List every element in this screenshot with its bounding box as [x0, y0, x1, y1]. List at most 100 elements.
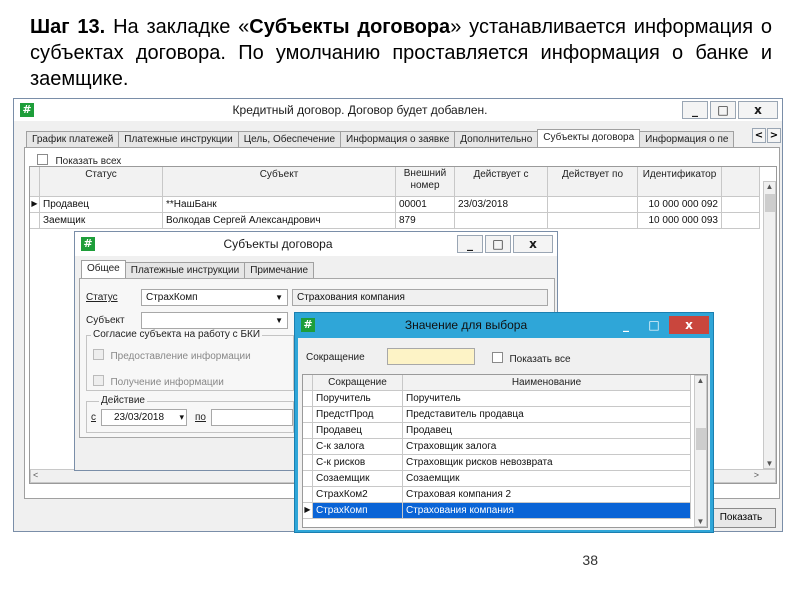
status-label: Статус [86, 292, 118, 303]
cell-abbr[interactable]: Поручитель [313, 391, 403, 407]
scroll-down-icon[interactable]: ▼ [695, 517, 706, 526]
close-button[interactable]: x [738, 101, 778, 119]
maximize-button[interactable]: □ [710, 101, 736, 119]
minimize-button[interactable]: _ [682, 101, 708, 119]
consent-group: Согласие субъекта на работу с БКИ Предос… [86, 329, 294, 391]
tab-note[interactable]: Примечание [244, 262, 315, 278]
table-row[interactable]: Заемщик Волкодав Сергей Александрович 87… [30, 213, 776, 229]
from-date-field[interactable]: 23/03/2018 ▾ [101, 409, 187, 426]
list-item[interactable]: ПредстПрод Представитель продавца [303, 407, 707, 423]
cell-external-number[interactable]: 879 [396, 213, 455, 229]
show-all-checkbox[interactable] [37, 154, 48, 166]
list-item[interactable]: С-к рисков Страховщик рисков невозврата [303, 455, 707, 471]
close-button[interactable]: x [669, 316, 709, 334]
tab-general[interactable]: Общее [81, 260, 126, 278]
vertical-scrollbar[interactable]: ▲ ▼ [763, 181, 776, 469]
column-header-subject[interactable]: Субъект [163, 167, 396, 197]
list-item[interactable]: Поручитель Поручитель [303, 391, 707, 407]
list-item[interactable]: Созаемщик Созаемщик [303, 471, 707, 487]
column-header-identifier[interactable]: Идентификатор [638, 167, 722, 197]
list-item[interactable]: ▶ СтрахКомп Страхования компания [303, 503, 707, 519]
column-header-status[interactable]: Статус [40, 167, 163, 197]
cell-name[interactable]: Страховая компания 2 [403, 487, 691, 503]
abbr-input[interactable] [387, 348, 475, 365]
cell-subject[interactable]: **НашБанк [163, 197, 396, 213]
show-all-checkbox[interactable] [492, 352, 503, 364]
column-header-name[interactable]: Наименование [403, 375, 691, 391]
cell-abbr[interactable]: С-к залога [313, 439, 403, 455]
receive-info-row: Получение информации [93, 372, 224, 390]
cell-name[interactable]: Страховщик залога [403, 439, 691, 455]
cell-abbr[interactable]: ПредстПрод [313, 407, 403, 423]
table-row[interactable]: ▶ Продавец **НашБанк 00001 23/03/2018 10… [30, 197, 776, 213]
scroll-right-icon[interactable]: > [754, 470, 759, 480]
cell-external-number[interactable]: 00001 [396, 197, 455, 213]
cell-valid-to[interactable] [548, 213, 638, 229]
app-icon: # [20, 103, 34, 117]
chevron-down-icon: ▼ [275, 316, 283, 325]
cell-abbr[interactable]: С-к рисков [313, 455, 403, 471]
heading-before: На закладке « [105, 16, 250, 38]
cell-name[interactable]: Страхования компания [403, 503, 691, 519]
cell-name[interactable]: Поручитель [403, 391, 691, 407]
show-all-label: Показать все [509, 354, 571, 365]
list-item[interactable]: Продавец Продавец [303, 423, 707, 439]
cell-name[interactable]: Страховщик рисков невозврата [403, 455, 691, 471]
scroll-left-icon[interactable]: < [33, 470, 38, 480]
subjects-dialog-title: Субъекты договора [223, 237, 333, 251]
tab-payment-instructions[interactable]: Платежные инструкции [124, 262, 246, 278]
tab-scroll-left-button[interactable]: < [752, 128, 766, 143]
calendar-icon[interactable]: ▾ [179, 410, 184, 425]
cell-abbr[interactable]: СтрахКом2 [313, 487, 403, 503]
maximize-button[interactable]: □ [641, 316, 667, 334]
value-vertical-scrollbar[interactable]: ▲ ▼ [694, 375, 707, 527]
receive-info-checkbox[interactable] [93, 375, 104, 387]
cell-abbr[interactable]: Продавец [313, 423, 403, 439]
to-date-field[interactable] [211, 409, 293, 426]
status-select-value: СтрахКомп [146, 292, 198, 303]
cell-name[interactable]: Продавец [403, 423, 691, 439]
list-item[interactable]: С-к залога Страховщик залога [303, 439, 707, 455]
tab-application-info[interactable]: Информация о заявке [340, 131, 456, 147]
cell-identifier[interactable]: 10 000 000 093 [638, 213, 722, 229]
tab-purpose[interactable]: Цель, Обеспечение [237, 131, 342, 147]
column-header-valid-to[interactable]: Действует по [548, 167, 638, 197]
scroll-thumb[interactable] [696, 428, 706, 450]
column-header-external-number[interactable]: Внешний номер [396, 167, 455, 197]
scroll-thumb[interactable] [765, 194, 775, 212]
cell-subject[interactable]: Волкодав Сергей Александрович [163, 213, 396, 229]
scroll-down-icon[interactable]: ▼ [764, 459, 775, 468]
minimize-button[interactable]: _ [613, 316, 639, 334]
status-name-field: Страхования компания [292, 289, 548, 306]
cell-valid-to[interactable] [548, 197, 638, 213]
cell-name[interactable]: Созаемщик [403, 471, 691, 487]
cell-status[interactable]: Заемщик [40, 213, 163, 229]
tab-payment-schedule[interactable]: График платежей [26, 131, 120, 147]
tab-additional[interactable]: Дополнительно [454, 131, 539, 147]
provide-info-checkbox[interactable] [93, 349, 104, 361]
cell-identifier[interactable]: 10 000 000 092 [638, 197, 722, 213]
cell-abbr[interactable]: СтрахКомп [313, 503, 403, 519]
show-button[interactable]: Показать [706, 508, 776, 528]
column-header-abbr[interactable]: Сокращение [313, 375, 403, 391]
tab-scroll-right-button[interactable]: > [767, 128, 781, 143]
tab-contract-subjects[interactable]: Субъекты договора [537, 129, 641, 147]
tab-payment-instructions[interactable]: Платежные инструкции [118, 131, 239, 147]
column-header-valid-from[interactable]: Действует с [455, 167, 548, 197]
cell-status[interactable]: Продавец [40, 197, 163, 213]
list-item[interactable]: СтрахКом2 Страховая компания 2 [303, 487, 707, 503]
maximize-button[interactable]: □ [485, 235, 511, 253]
cell-name[interactable]: Представитель продавца [403, 407, 691, 423]
scroll-up-icon[interactable]: ▲ [764, 182, 775, 191]
cell-valid-from[interactable]: 23/03/2018 [455, 197, 548, 213]
cell-abbr[interactable]: Созаемщик [313, 471, 403, 487]
scroll-up-icon[interactable]: ▲ [695, 376, 706, 385]
status-select[interactable]: СтрахКомп ▼ [141, 289, 288, 306]
cell-valid-from[interactable] [455, 213, 548, 229]
subject-select[interactable]: ▼ [141, 312, 288, 329]
tab-info-more[interactable]: Информация о пе [639, 131, 735, 147]
receive-info-label: Получение информации [110, 377, 224, 388]
close-button[interactable]: x [513, 235, 553, 253]
value-dialog-titlebar: # Значение для выбора _ □ x [295, 313, 713, 337]
minimize-button[interactable]: _ [457, 235, 483, 253]
